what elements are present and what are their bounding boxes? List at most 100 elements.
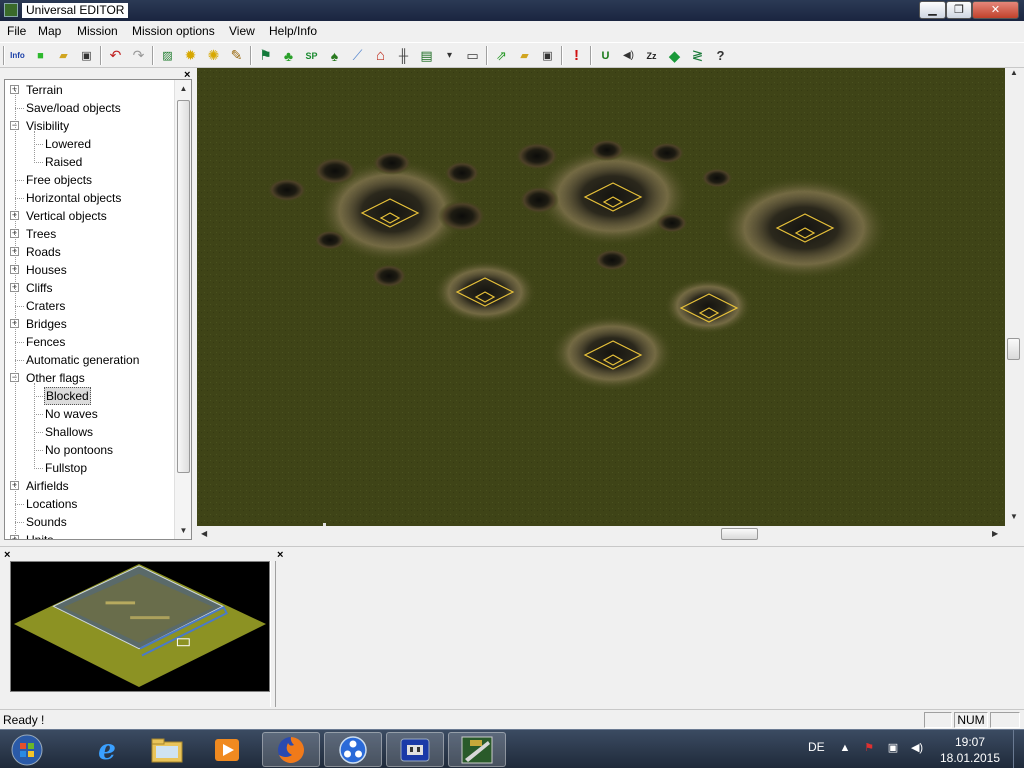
tree-item[interactable]: + Bridges: [5, 315, 175, 333]
tree-item-label: Houses: [26, 263, 67, 277]
tree-item[interactable]: Shallows: [5, 423, 175, 441]
dropdown-arrow-icon[interactable]: ▾: [441, 47, 458, 64]
burst-small-icon[interactable]: ✺: [205, 47, 222, 64]
flag-icon[interactable]: ⚑: [257, 47, 274, 64]
tree-vertical-scrollbar[interactable]: ▲ ▼: [174, 80, 191, 539]
house-icon[interactable]: ⌂: [372, 47, 389, 64]
show-desktop-button[interactable]: [1013, 730, 1024, 768]
menu-mission-options[interactable]: Mission options: [132, 24, 215, 38]
start-orb-icon[interactable]: [2, 732, 52, 767]
burst-icon[interactable]: ✹: [182, 47, 199, 64]
menu-mission[interactable]: Mission: [77, 24, 118, 38]
object-icon[interactable]: ▤: [418, 47, 435, 64]
network-icon[interactable]: ▣: [886, 741, 900, 755]
media-player-icon[interactable]: [198, 732, 256, 767]
info-icon[interactable]: Info: [9, 47, 26, 64]
ruler-icon[interactable]: ⟋: [349, 47, 366, 64]
tree-item[interactable]: + Trees: [5, 225, 175, 243]
tree-item[interactable]: + Units: [5, 531, 175, 539]
tree-item[interactable]: + Airfields: [5, 477, 175, 495]
map-canvas[interactable]: [197, 68, 1005, 526]
scroll-right-arrow-icon[interactable]: ▶: [992, 529, 998, 538]
tree-item[interactable]: Blocked: [5, 387, 175, 405]
help-icon[interactable]: ?: [712, 47, 729, 64]
clock-date[interactable]: 18.01.2015: [938, 751, 1002, 765]
menu-file[interactable]: File: [7, 24, 26, 38]
save-all-icon[interactable]: ▣: [539, 47, 556, 64]
tree-item[interactable]: Lowered: [5, 135, 175, 153]
tree-item[interactable]: Craters: [5, 297, 175, 315]
firefox-icon[interactable]: [262, 732, 320, 767]
plug-app-icon[interactable]: [386, 732, 444, 767]
tree-item[interactable]: No waves: [5, 405, 175, 423]
tree-scroll-thumb[interactable]: [177, 100, 190, 473]
map-vertical-scrollbar[interactable]: ▲ ▼: [1005, 68, 1023, 526]
tree-item[interactable]: + Houses: [5, 261, 175, 279]
scroll-up-arrow-icon[interactable]: ▲: [175, 80, 192, 97]
menu-view[interactable]: View: [229, 24, 255, 38]
train-icon[interactable]: ▭: [464, 47, 481, 64]
zigzag-icon[interactable]: ≷: [689, 47, 706, 64]
menu-help-info[interactable]: Help/Info: [269, 24, 317, 38]
export-icon[interactable]: ⇗: [493, 47, 510, 64]
clock-time[interactable]: 19:07: [938, 735, 1002, 749]
tree-item-label: Cliffs: [26, 281, 53, 295]
alert-icon[interactable]: !: [568, 47, 585, 64]
sp-icon[interactable]: SP: [303, 47, 320, 64]
zz-icon[interactable]: Zz: [643, 47, 660, 64]
close-button[interactable]: ✕: [972, 1, 1019, 19]
diamond-icon[interactable]: ◆: [666, 47, 683, 65]
fence-icon[interactable]: ╫: [395, 47, 412, 64]
tree-icon[interactable]: ♠: [326, 47, 343, 64]
tree-item[interactable]: + Roads: [5, 243, 175, 261]
minimap-close-button[interactable]: ×: [4, 549, 10, 561]
menu-bar: File Map Mission Mission options View He…: [0, 21, 1024, 42]
minimize-button[interactable]: ▁: [919, 1, 946, 19]
menu-map[interactable]: Map: [38, 24, 61, 38]
tree-item[interactable]: Automatic generation: [5, 351, 175, 369]
tree-item[interactable]: Sounds: [5, 513, 175, 531]
tree-item[interactable]: Fences: [5, 333, 175, 351]
maximize-button[interactable]: ❐: [946, 1, 972, 19]
terrain-paint-icon[interactable]: ▨: [159, 47, 176, 64]
save-icon[interactable]: ▣: [78, 47, 95, 64]
open-folder-icon[interactable]: ▰: [55, 47, 72, 64]
scroll-up-arrow-icon[interactable]: ▲: [1010, 68, 1018, 77]
tree-item[interactable]: Free objects: [5, 171, 175, 189]
map-vscroll-thumb[interactable]: [1007, 338, 1020, 360]
tree-item[interactable]: Raised: [5, 153, 175, 171]
folder-open-icon[interactable]: ▰: [516, 47, 533, 64]
redo-icon[interactable]: ↷: [130, 47, 147, 64]
tree-item[interactable]: Horizontal objects: [5, 189, 175, 207]
speaker-icon[interactable]: ◀): [620, 47, 637, 64]
file-explorer-icon[interactable]: [138, 732, 196, 767]
tree-item[interactable]: Save/load objects: [5, 99, 175, 117]
scroll-down-arrow-icon[interactable]: ▼: [175, 522, 192, 539]
keyboard-language-indicator[interactable]: DE: [808, 740, 825, 754]
tree-item[interactable]: Locations: [5, 495, 175, 513]
action-center-flag-icon[interactable]: ⚑: [862, 741, 876, 755]
tree-item[interactable]: Fullstop: [5, 459, 175, 477]
show-hidden-icons-icon[interactable]: ▲: [838, 741, 852, 755]
scroll-down-arrow-icon[interactable]: ▼: [1010, 512, 1018, 521]
unit-icon[interactable]: U: [597, 47, 614, 64]
scroll-left-arrow-icon[interactable]: ◀: [201, 529, 207, 538]
map-hscroll-thumb[interactable]: [721, 528, 758, 540]
minimap[interactable]: [10, 561, 270, 692]
map-horizontal-scrollbar[interactable]: ◀ ▶: [197, 526, 1005, 542]
tree-item[interactable]: + Terrain: [5, 81, 175, 99]
bush-icon[interactable]: ♣: [280, 47, 297, 64]
blue-app-icon[interactable]: [324, 732, 382, 767]
tree-item[interactable]: − Other flags: [5, 369, 175, 387]
internet-explorer-icon[interactable]: e: [78, 732, 136, 767]
tree-item[interactable]: No pontoons: [5, 441, 175, 459]
properties-panel-close-button[interactable]: ×: [277, 549, 283, 561]
pencil-icon[interactable]: ✎: [228, 47, 245, 64]
tree-item[interactable]: + Vertical objects: [5, 207, 175, 225]
new-icon[interactable]: ■: [32, 47, 49, 64]
volume-icon[interactable]: ◀): [910, 741, 924, 755]
universal-editor-icon[interactable]: [448, 732, 506, 767]
undo-icon[interactable]: ↶: [107, 47, 124, 64]
tree-item[interactable]: − Visibility: [5, 117, 175, 135]
tree-item[interactable]: + Cliffs: [5, 279, 175, 297]
